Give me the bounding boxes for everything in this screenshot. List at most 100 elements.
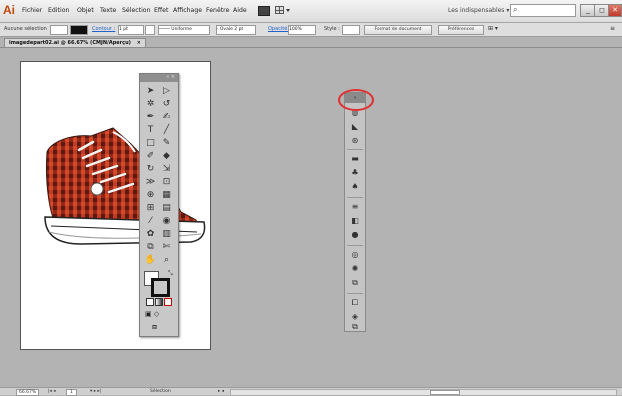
close-window-button[interactable]: ✕	[608, 4, 622, 17]
dock-separator	[347, 293, 363, 294]
screen-mode-icon[interactable]: ⧈	[152, 322, 157, 332]
stroke-profile-dropdown[interactable]: ──── Uniforme	[158, 25, 210, 35]
menu-edition[interactable]: Edition	[48, 7, 69, 14]
first-page-icon[interactable]: |◂ ◂	[48, 389, 55, 394]
zoom-tool-icon[interactable]: ⌕	[160, 255, 173, 266]
shape-builder-tool-icon[interactable]: ⊕	[144, 190, 157, 201]
selection-tool-icon[interactable]: ➤	[144, 86, 157, 97]
magic-wand-tool-icon[interactable]: ✲	[144, 99, 157, 110]
menu-effet[interactable]: Effet	[154, 7, 168, 14]
paintbrush-tool-icon[interactable]: ✎	[160, 138, 173, 149]
graphic-panel-icon[interactable]: ✺	[348, 263, 362, 275]
line-tool-icon[interactable]: ╱	[160, 125, 173, 136]
opacity-field[interactable]: 100%	[288, 25, 316, 35]
style-label: Style :	[324, 26, 340, 32]
tools-panel[interactable]: « × ➤ ▷ ✲ ↺ ✒ ✍ T ╱ □ ✎ ✐ ◆ ↻ ⇲ ≫ ⊡ ⊕ ▦ …	[139, 73, 179, 337]
draw-mode-icon[interactable]: ▣ ◇	[145, 310, 159, 318]
arrange-documents-icon[interactable]	[275, 5, 291, 15]
color-guide-panel-icon[interactable]: ◣	[348, 121, 362, 133]
column-graph-tool-icon[interactable]: ▥	[160, 229, 173, 240]
stroke-swatch[interactable]	[70, 25, 88, 35]
app-logo: Ai	[3, 3, 15, 17]
horizontal-scrollbar[interactable]	[230, 389, 617, 396]
document-tab-title: imagedepart02.ai @ 66.67% (CMJN/Aperçu)	[9, 40, 131, 46]
scrollbar-thumb[interactable]	[430, 390, 460, 395]
menu-bar: Ai Fichier Edition Objet Texte Sélection…	[0, 0, 622, 23]
menu-texte[interactable]: Texte	[100, 7, 116, 14]
width-tool-icon[interactable]: ≫	[144, 177, 157, 188]
blend-tool-icon[interactable]: ◉	[160, 216, 173, 227]
appearance-panel-icon[interactable]: ◎	[348, 249, 362, 261]
image-trace-panel-icon[interactable]: ⧉	[348, 277, 362, 289]
eraser-tool-icon[interactable]: ◆	[160, 151, 173, 162]
graphic-styles-panel-icon[interactable]: ♠	[348, 181, 362, 193]
fill-swatch[interactable]	[50, 25, 68, 35]
collapse-panel-icon[interactable]: « ×	[166, 74, 175, 80]
bridge-icon[interactable]	[258, 6, 270, 16]
links-panel-icon[interactable]: ⧉	[348, 323, 362, 331]
free-transform-tool-icon[interactable]: ⊡	[160, 177, 173, 188]
stroke-weight-field[interactable]: 1 pt	[118, 25, 144, 35]
gradient-mode-icon[interactable]	[155, 298, 163, 306]
document-divider	[0, 47, 622, 48]
panel-menu-icon[interactable]: ≡	[610, 25, 615, 32]
align-menu-icon[interactable]: ⊞ ▾	[488, 25, 498, 32]
gradient-panel-icon[interactable]: ◧	[348, 215, 362, 227]
search-input[interactable]: ⌕	[510, 4, 576, 17]
sneaker-illustration[interactable]	[21, 62, 210, 349]
pencil-tool-icon[interactable]: ✐	[144, 151, 157, 162]
dock-separator	[347, 149, 363, 150]
menu-fichier[interactable]: Fichier	[22, 7, 42, 14]
menu-fenetre[interactable]: Fenêtre	[206, 7, 229, 14]
symbol-sprayer-tool-icon[interactable]: ✿	[144, 229, 157, 240]
tools-panel-header[interactable]: « ×	[140, 74, 178, 82]
transparency-panel-icon[interactable]: ●	[348, 229, 362, 241]
brush-dropdown[interactable]: · Ovale 2 pt	[216, 25, 256, 35]
current-tool-status: Sélection	[150, 389, 171, 394]
preferences-button[interactable]: Préférences	[438, 25, 484, 35]
curvature-tool-icon[interactable]: ✍	[160, 112, 173, 123]
menu-selection[interactable]: Sélection	[122, 7, 151, 14]
eyedropper-tool-icon[interactable]: ⁄	[144, 216, 157, 227]
symbols-panel-icon[interactable]: ♣	[348, 167, 362, 179]
artboard-tool-icon[interactable]: ⧉	[144, 242, 157, 253]
artboards-panel-icon[interactable]: ⧠	[348, 297, 362, 309]
dock-separator	[347, 245, 363, 246]
menu-aide[interactable]: Aide	[233, 7, 247, 14]
zoom-field[interactable]: 66.67%	[16, 389, 40, 396]
next-page-icon[interactable]: ▾ ▸ ▸|	[90, 389, 101, 394]
lasso-tool-icon[interactable]: ↺	[160, 99, 173, 110]
variable-width-dropdown[interactable]	[145, 25, 155, 35]
slice-tool-icon[interactable]: ✄	[160, 242, 173, 253]
panel-dock[interactable]: « ◍ ◣ ⊛ ▬ ♣ ♠ ≡ ◧ ● ◎ ✺ ⧉ ⧠ ◈ ⧉	[344, 92, 366, 332]
status-menu-icon[interactable]: ▸ ◂	[218, 389, 224, 394]
type-tool-icon[interactable]: T	[144, 125, 157, 136]
style-dropdown[interactable]	[342, 25, 360, 35]
stroke-panel-icon[interactable]: ≡	[348, 201, 362, 213]
perspective-tool-icon[interactable]: ▦	[160, 190, 173, 201]
search-icon: ⌕	[513, 5, 518, 14]
rotate-tool-icon[interactable]: ↻	[144, 164, 157, 175]
gradient-tool-icon[interactable]: ▤	[160, 203, 173, 214]
highlight-circle	[338, 89, 374, 111]
pen-tool-icon[interactable]: ✒	[144, 112, 157, 123]
workspace-switcher[interactable]: Les indispensables ▾	[448, 7, 509, 14]
none-mode-icon[interactable]	[164, 298, 172, 306]
page-field[interactable]: 1	[66, 389, 77, 396]
artboard[interactable]	[20, 61, 211, 350]
stroke-color-swatch[interactable]	[151, 278, 170, 297]
direct-selection-tool-icon[interactable]: ▷	[160, 86, 173, 97]
menu-objet[interactable]: Objet	[77, 7, 94, 14]
document-setup-button[interactable]: Format de document	[364, 25, 432, 35]
menu-affichage[interactable]: Affichage	[173, 7, 202, 14]
mesh-tool-icon[interactable]: ⊞	[144, 203, 157, 214]
stroke-label[interactable]: Contour :	[92, 26, 115, 32]
scale-tool-icon[interactable]: ⇲	[160, 164, 173, 175]
close-tab-icon[interactable]: ×	[137, 40, 141, 46]
color-mode-icon[interactable]	[146, 298, 154, 306]
swatches-panel-icon[interactable]: ⊛	[348, 135, 362, 147]
hand-tool-icon[interactable]: ✋	[144, 255, 157, 266]
rectangle-tool-icon[interactable]: □	[144, 138, 157, 149]
brushes-panel-icon[interactable]: ▬	[348, 153, 362, 165]
swap-colors-icon[interactable]: ⤡	[168, 270, 173, 278]
